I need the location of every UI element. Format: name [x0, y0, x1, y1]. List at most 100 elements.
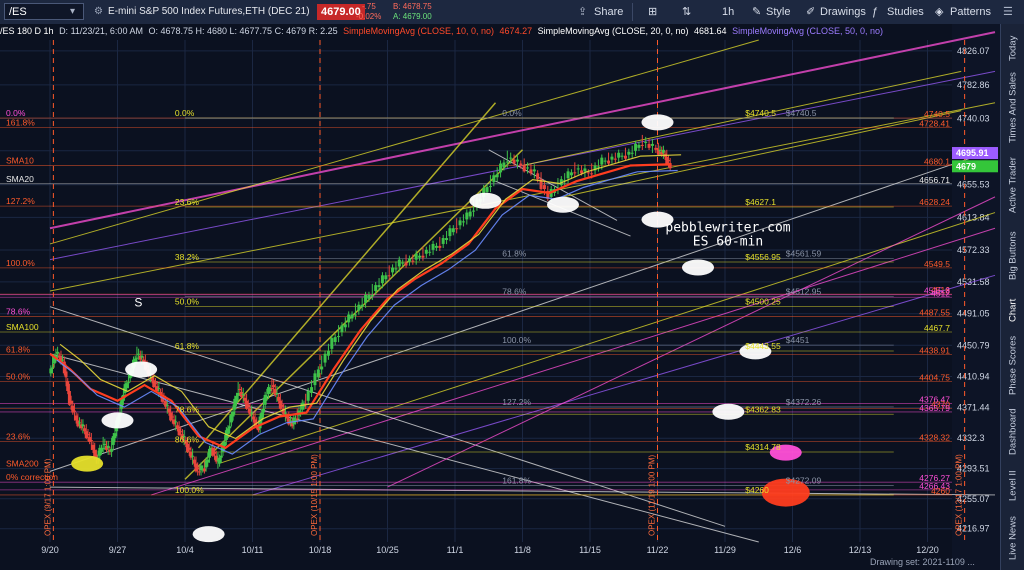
legend-ohlc: O: 4678.75 H: 4680 L: 4677.75 C: 4679 R:…	[148, 26, 338, 36]
candle-body	[320, 366, 324, 370]
fib-pct-mid-label: 38.2%	[175, 252, 200, 262]
candle-body	[573, 172, 577, 174]
candle-body	[617, 152, 621, 158]
fib-pct-label: 23.6%	[6, 431, 31, 441]
side-tab-phase-scores[interactable]: Phase Scores	[1001, 330, 1024, 400]
x-tick-label: 10/18	[309, 545, 332, 555]
y-tick-label: 4410.94	[957, 372, 990, 382]
candle-body	[74, 415, 78, 421]
candle-body	[472, 210, 476, 212]
candle-body	[448, 228, 452, 237]
fib-mid-value-label: $4740.5	[786, 108, 817, 118]
candle-body	[350, 314, 354, 319]
candle-body	[367, 294, 371, 299]
candle-body	[89, 440, 93, 442]
candle-body	[455, 228, 459, 230]
candle-body	[223, 441, 227, 446]
candle-body	[246, 404, 250, 407]
opex-label: OPEX (11/19 1:00 PM)	[648, 454, 657, 536]
candle-body	[492, 175, 496, 183]
candle-body	[137, 353, 141, 355]
fib-value-label: 4467.7	[924, 323, 950, 333]
candle-body	[397, 259, 401, 267]
candle-body	[283, 412, 287, 414]
candle-body	[165, 404, 169, 406]
share-button[interactable]: Share	[594, 0, 623, 24]
chart-type-icon[interactable]: ⊞	[648, 0, 657, 24]
candle-body	[404, 262, 408, 266]
side-tab-dashboard[interactable]: Dashboard	[1001, 402, 1024, 462]
fib-pct-label: 100.0%	[6, 258, 35, 268]
candle-body	[600, 157, 604, 165]
fib-mid-value-label: $4272.09	[786, 475, 822, 485]
candle-body	[529, 169, 533, 174]
candle-body	[488, 186, 492, 188]
chart-legend: /ES 180 D 1h D: 11/23/21, 6:00 AM O: 467…	[0, 24, 1000, 38]
candle-body	[126, 382, 130, 384]
fib-pct-mid-label: 86.6%	[175, 435, 200, 445]
candle-body	[505, 161, 509, 163]
chart-title: pebblewriter.com	[665, 220, 790, 235]
legend-sma20: SimpleMovingAvg (CLOSE, 20, 0, no)	[537, 26, 689, 36]
y-tick-label: 4450.79	[957, 340, 990, 350]
settings-icon[interactable]: ⚙	[94, 0, 103, 24]
x-tick-label: 10/11	[242, 545, 264, 555]
candle-body	[83, 428, 87, 432]
fib-value-label: 4512	[931, 288, 950, 298]
drawings-icon[interactable]: ✐	[806, 0, 815, 24]
x-tick-label: 12/6	[784, 545, 802, 555]
candle-body	[637, 144, 641, 148]
candle-body	[428, 251, 432, 253]
side-tab-today[interactable]: Today	[1001, 28, 1024, 68]
candle-body	[384, 275, 388, 280]
x-tick-label: 11/1	[447, 545, 464, 555]
candle-body	[333, 337, 337, 342]
candle-body	[465, 212, 469, 220]
candle-body	[238, 389, 242, 391]
side-tab-live-news[interactable]: Live News	[1001, 512, 1024, 564]
candle-body	[61, 359, 65, 361]
side-tab-chart[interactable]: Chart	[1001, 292, 1024, 328]
candle-body	[434, 245, 438, 248]
candle-body	[66, 381, 70, 392]
candle-body	[374, 285, 378, 291]
candle-body	[370, 294, 374, 296]
candle-body	[495, 174, 499, 178]
side-tab-active-trader[interactable]: Active Trader	[1001, 150, 1024, 220]
patterns-icon[interactable]: ◈	[935, 0, 943, 24]
studies-button[interactable]: Studies	[887, 0, 924, 24]
share-icon[interactable]: ⇪	[578, 0, 587, 24]
menu-icon[interactable]: ☰	[1003, 0, 1013, 24]
toolbar-divider	[632, 3, 633, 21]
side-tab-big-buttons[interactable]: Big Buttons	[1001, 224, 1024, 288]
fib-mid-value-label: $4314.78	[745, 442, 781, 452]
fib-value-label: 4487.55	[919, 307, 950, 317]
fib-mid-value-label: $4740.5	[745, 108, 776, 118]
candle-body	[175, 425, 179, 429]
fib-value-label: 4549.5	[924, 259, 950, 269]
style-button[interactable]: Style	[766, 0, 790, 24]
candle-body	[206, 459, 210, 463]
interval-button[interactable]: 1h	[722, 0, 734, 24]
candle-body	[243, 397, 247, 401]
x-tick-label: 9/27	[109, 545, 127, 555]
patterns-button[interactable]: Patterns	[950, 0, 991, 24]
candle-body	[441, 238, 445, 244]
side-tab-level-ii[interactable]: Level II	[1001, 464, 1024, 508]
candle-body	[330, 338, 334, 349]
drawings-button[interactable]: Drawings	[820, 0, 866, 24]
style-icon[interactable]: ✎	[752, 0, 761, 24]
price-chart[interactable]: 4826.074782.864740.034698.884655.534613.…	[0, 24, 1000, 570]
compare-icon[interactable]: ⇅	[682, 0, 691, 24]
candle-body	[445, 238, 449, 241]
candle-body	[414, 253, 418, 260]
sma-label: SMA10	[6, 155, 34, 165]
fib-value-label: 4728.41	[919, 119, 950, 129]
candle-body	[613, 158, 617, 160]
target-ellipse	[641, 114, 674, 131]
candle-body	[576, 168, 580, 170]
candle-body	[125, 383, 129, 389]
symbol-dropdown-icon[interactable]: ▾	[70, 0, 75, 24]
side-tab-times-and-sales[interactable]: Times And Sales	[1001, 70, 1024, 146]
studies-icon[interactable]: ƒ	[872, 0, 878, 24]
